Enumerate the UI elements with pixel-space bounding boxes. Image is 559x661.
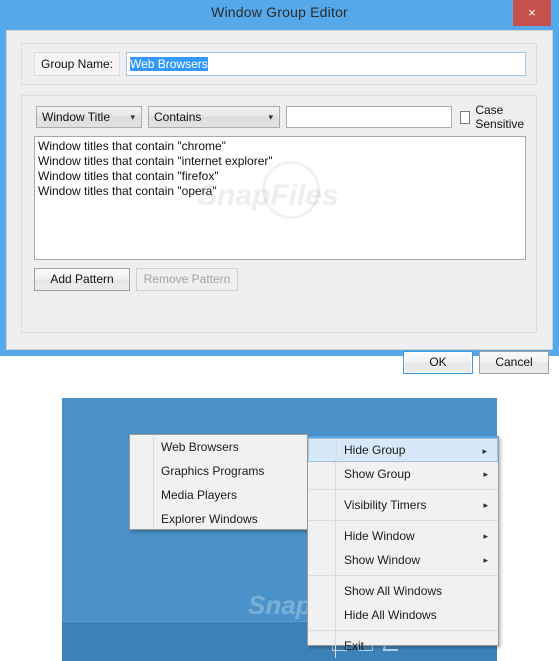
menu-gutter — [336, 439, 337, 463]
menu-item-hide-group[interactable]: Hide Group ▸ — [308, 438, 498, 463]
menu-separator — [308, 517, 498, 524]
menu-item-label: Hide Group — [344, 443, 406, 457]
menu-item-exit[interactable]: Exit — [308, 634, 498, 658]
menu-gutter — [335, 462, 336, 486]
group-name-groupbox: Group Name: — [21, 43, 537, 85]
list-item[interactable]: Window titles that contain "chrome" — [38, 139, 525, 154]
menu-gutter — [335, 548, 336, 572]
menu-item-label: Show Group — [344, 467, 411, 481]
dialog-body: Group Name: Window Title ▾ Contains ▾ Ca… — [6, 30, 553, 374]
case-sensitive-checkbox[interactable]: Case Sensitive — [460, 103, 536, 131]
menu-item-hide-window[interactable]: Hide Window ▸ — [308, 524, 498, 548]
menu-gutter — [335, 572, 336, 579]
group-name-input[interactable] — [126, 52, 526, 76]
groups-submenu: Web Browsers Graphics Programs Media Pla… — [129, 434, 308, 530]
submenu-item-web-browsers[interactable]: Web Browsers — [130, 435, 307, 459]
operator-select-value: Contains — [154, 110, 202, 124]
field-select-value: Window Title — [42, 110, 111, 124]
chevron-right-icon: ▸ — [483, 500, 488, 510]
menu-item-label: Visibility Timers — [344, 498, 427, 512]
dialog-titlebar[interactable]: Window Group Editor × — [0, 0, 559, 30]
pattern-list[interactable]: Window titles that contain "chrome" Wind… — [34, 136, 526, 260]
chevron-right-icon: ▸ — [483, 531, 488, 541]
submenu-item-media-players[interactable]: Media Players — [130, 483, 307, 507]
menu-gutter — [335, 493, 336, 517]
menu-gutter — [335, 517, 336, 524]
menu-separator — [308, 572, 498, 579]
close-icon[interactable]: × — [513, 0, 551, 26]
menu-gutter — [335, 627, 336, 634]
operator-select[interactable]: Contains ▾ — [148, 106, 280, 128]
menu-item-show-window[interactable]: Show Window ▸ — [308, 548, 498, 572]
menu-separator — [308, 627, 498, 634]
dialog-title: Window Group Editor — [211, 4, 348, 20]
menu-item-label: Exit — [344, 639, 365, 653]
chevron-down-icon: ▾ — [130, 112, 135, 122]
chevron-right-icon: ▸ — [482, 446, 487, 456]
menu-gutter — [335, 579, 336, 603]
ok-button[interactable]: OK — [403, 351, 473, 374]
field-select[interactable]: Window Title ▾ — [36, 106, 142, 128]
tray-context-menu: Hide Group ▸ Show Group ▸ Visibility Tim… — [307, 436, 499, 658]
menu-item-hide-all-windows[interactable]: Hide All Windows — [308, 603, 498, 627]
list-item[interactable]: Window titles that contain "opera" — [38, 184, 525, 199]
cancel-button[interactable]: Cancel — [479, 351, 549, 374]
menu-item-label: Hide All Windows — [344, 608, 437, 622]
submenu-item-graphics-programs[interactable]: Graphics Programs — [130, 459, 307, 483]
remove-pattern-button: Remove Pattern — [136, 268, 238, 291]
menu-item-label: Show All Windows — [344, 584, 443, 598]
menu-item-visibility-timers[interactable]: Visibility Timers ▸ — [308, 493, 498, 517]
add-pattern-button[interactable]: Add Pattern — [34, 268, 130, 291]
list-item[interactable]: Window titles that contain "firefox" — [38, 169, 525, 184]
pattern-groupbox: Window Title ▾ Contains ▾ Case Sensitive… — [21, 95, 537, 333]
menu-gutter — [335, 486, 336, 493]
menu-gutter — [335, 634, 336, 658]
menu-separator — [308, 486, 498, 493]
menu-item-label: Show Window — [344, 553, 421, 567]
menu-gutter — [335, 603, 336, 627]
submenu-item-explorer-windows[interactable]: Explorer Windows — [130, 507, 307, 531]
pattern-text-input[interactable] — [286, 106, 452, 128]
menu-gutter — [335, 524, 336, 548]
window-group-editor-dialog: Window Group Editor × Group Name: Window… — [0, 0, 559, 374]
chevron-down-icon: ▾ — [268, 112, 273, 122]
group-name-label: Group Name: — [34, 52, 120, 76]
menu-item-show-all-windows[interactable]: Show All Windows — [308, 579, 498, 603]
menu-item-show-group[interactable]: Show Group ▸ — [308, 462, 498, 486]
case-sensitive-label: Case Sensitive — [475, 103, 525, 131]
list-item[interactable]: Window titles that contain "internet exp… — [38, 154, 525, 169]
menu-item-label: Hide Window — [344, 529, 415, 543]
chevron-right-icon: ▸ — [483, 469, 488, 479]
checkbox-icon[interactable] — [460, 110, 471, 124]
chevron-right-icon: ▸ — [483, 555, 488, 565]
